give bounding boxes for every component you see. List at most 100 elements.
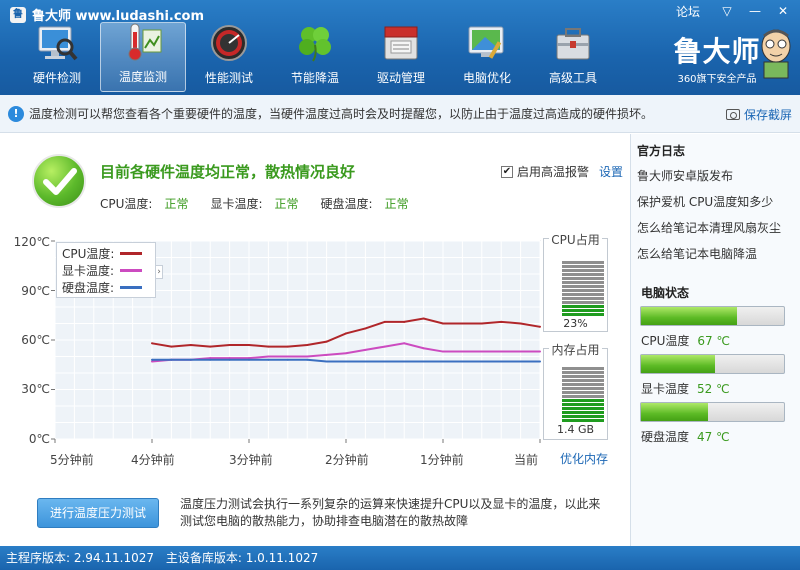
data-point	[228, 343, 231, 346]
disk-temp-name: 硬盘温度	[641, 430, 690, 444]
gauge-fill	[641, 355, 716, 373]
tool-pc-optimize[interactable]: 电脑优化	[444, 22, 530, 92]
cpu-temp-readout: CPU温度 67 ℃	[641, 332, 730, 349]
disk-temp-gauge	[640, 402, 785, 422]
data-point	[422, 360, 425, 363]
meter-segment	[562, 371, 604, 374]
tool-driver-management[interactable]: 驱动管理	[358, 22, 444, 92]
data-point	[422, 347, 425, 350]
data-point	[364, 327, 367, 330]
legend-item: 硬盘温度:	[62, 279, 150, 296]
db-version: 主设备库版本: 1.0.11.1027	[165, 551, 319, 565]
x-tick-label: 4分钟前	[131, 453, 175, 467]
cpu-usage-title: CPU占用	[544, 231, 607, 248]
tool-hardware-detect[interactable]: 硬件检测	[14, 22, 100, 92]
data-point	[170, 345, 173, 348]
blog-link[interactable]: 鲁大师安卓版发布	[637, 167, 733, 184]
mascot-icon	[761, 29, 791, 79]
meter-segment	[562, 419, 604, 422]
meter-segment	[562, 301, 604, 304]
pc-status-title: 电脑状态	[641, 286, 690, 300]
gpu-temp-readout: 显卡温度 52 ℃	[641, 380, 730, 397]
tool-performance-test[interactable]: 性能测试	[186, 22, 272, 92]
data-point	[267, 345, 270, 348]
data-point	[480, 350, 483, 353]
close-icon[interactable]: ✕	[770, 2, 796, 20]
data-point	[403, 360, 406, 363]
meter-segment	[562, 285, 604, 288]
x-tick-label: 3分钟前	[229, 453, 273, 467]
temperature-panel: 目前各硬件温度均正常，散热情况良好 CPU温度: 正常 显卡温度: 正常 硬盘温…	[0, 134, 630, 546]
tool-energy-saving[interactable]: 节能降温	[272, 22, 358, 92]
data-point	[519, 360, 522, 363]
data-point	[442, 360, 444, 363]
data-point	[325, 360, 328, 363]
alarm-settings-link[interactable]: 设置	[599, 163, 623, 180]
right-sidebar: 官方日志 鲁大师安卓版发布 保护爱机 CPU温度知多少 怎么给笔记本清理风扇灰尘…	[630, 134, 800, 546]
header-bar: 鲁 鲁大师 www.ludashi.com 论坛 ▽ — ✕ 硬件检测 温度监测…	[0, 0, 800, 95]
disk-temp-status: 正常	[384, 197, 409, 211]
blog-link[interactable]: 保护爱机 CPU温度知多少	[637, 193, 773, 210]
meter-segment	[562, 265, 604, 268]
meter-segment	[562, 391, 604, 394]
monitor-clean-icon	[465, 23, 509, 63]
data-point	[422, 317, 425, 320]
alarm-checkbox[interactable]: ✔	[501, 165, 513, 178]
status-headline: 目前各硬件温度均正常，散热情况良好	[100, 163, 356, 181]
legend-swatch	[120, 252, 143, 255]
stress-test-button[interactable]: 进行温度压力测试	[37, 498, 159, 528]
data-point	[345, 360, 347, 363]
x-tick-label: 5分钟前	[50, 453, 94, 467]
data-point	[364, 348, 367, 351]
forum-link[interactable]: 论坛	[676, 3, 700, 20]
data-point	[519, 350, 522, 353]
meter-segment	[562, 281, 604, 284]
data-point	[345, 332, 347, 335]
data-point	[267, 355, 270, 358]
status-summary: CPU温度: 正常 显卡温度: 正常 硬盘温度: 正常	[100, 195, 431, 212]
optimize-memory-link[interactable]: 优化内存	[560, 450, 608, 467]
blog-link[interactable]: 怎么给笔记本清理风扇灰尘	[637, 219, 781, 236]
cpu-usage-meter: CPU占用 23%	[543, 233, 608, 332]
save-screenshot-label: 保存截屏	[743, 108, 792, 122]
thermometer-icon	[121, 22, 165, 62]
tool-label: 电脑优化	[462, 71, 511, 85]
driver-box-icon	[379, 23, 423, 63]
x-tick-label: 1分钟前	[420, 453, 464, 467]
tool-temperature-monitor[interactable]: 温度监测	[100, 22, 186, 92]
brand-logo: 鲁大师 360旗下安全产品	[662, 29, 791, 90]
tool-label: 温度监测	[118, 70, 167, 84]
memory-usage-title: 内存占用	[544, 341, 607, 358]
meter-segment	[562, 277, 604, 280]
menu-dropdown-icon[interactable]: ▽	[714, 2, 740, 20]
meter-segment	[562, 395, 604, 398]
legend-label: CPU温度:	[62, 247, 115, 261]
data-point	[345, 352, 347, 355]
blog-link[interactable]: 怎么给笔记本电脑降温	[637, 245, 757, 262]
legend-collapse-icon[interactable]: ›	[155, 265, 163, 279]
cpu-usage-title-text: CPU占用	[549, 233, 602, 247]
tool-advanced-tools[interactable]: 高级工具	[530, 22, 616, 92]
meter-segment	[562, 403, 604, 406]
memory-usage-meter: 内存占用 1.4 GB	[543, 343, 608, 440]
gpu-temp-label: 显卡温度:	[210, 197, 263, 211]
data-point	[189, 343, 192, 346]
main-version: 主程序版本: 2.94.11.1027	[6, 551, 155, 565]
stress-test-description: 温度压力测试会执行一系列复杂的运算来快速提升CPU以及显卡的温度，以此来测试您电…	[180, 497, 601, 528]
data-point	[519, 322, 522, 325]
meter-segment	[562, 261, 604, 264]
data-point	[267, 358, 270, 361]
cpu-usage-value: 23%	[563, 317, 588, 330]
tool-label: 驱动管理	[376, 71, 425, 85]
data-point	[383, 345, 386, 348]
data-point	[364, 360, 367, 363]
tool-label: 节能降温	[290, 71, 339, 85]
save-screenshot-button[interactable]: 保存截屏	[725, 106, 792, 123]
minimize-icon[interactable]: —	[742, 2, 768, 20]
data-point	[383, 360, 386, 363]
alarm-label: 启用高温报警	[517, 165, 590, 179]
data-point	[442, 322, 444, 325]
gpu-temp-gauge	[640, 354, 785, 374]
meter-segment	[562, 411, 604, 414]
blog-title: 官方日志	[637, 144, 686, 158]
